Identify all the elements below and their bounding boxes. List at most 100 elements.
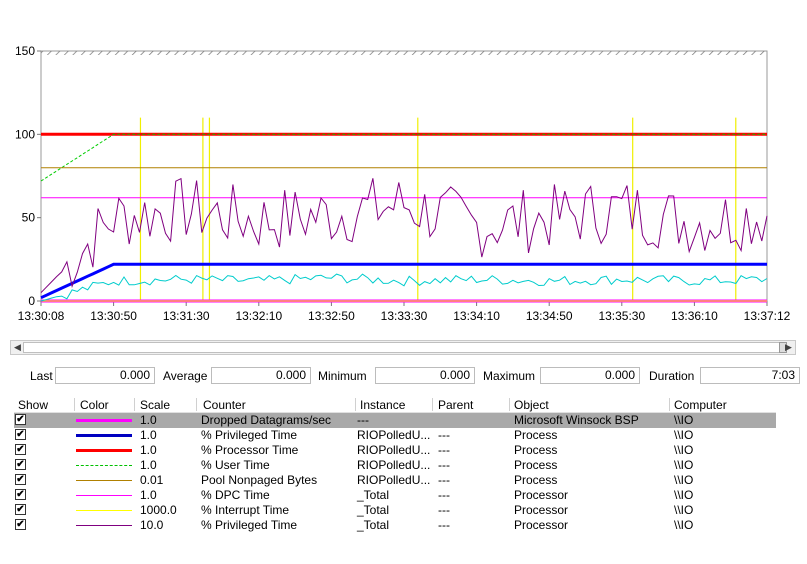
x-tick-label: 13:34:50 (526, 309, 573, 323)
legend-instance: RIOPolledU... (357, 473, 431, 487)
x-tick-label: 13:35:30 (598, 309, 645, 323)
legend-computer: \\IO (674, 488, 694, 502)
legend-counter: % Processor Time (201, 443, 299, 457)
show-checkbox[interactable]: ✔ (15, 429, 26, 440)
last-value: 0.000 (55, 367, 155, 384)
legend-instance: _Total (357, 488, 390, 502)
x-tick-label: 13:34:10 (453, 309, 500, 323)
legend-computer: \\IO (674, 518, 694, 532)
x-tick-label: 13:36:10 (671, 309, 718, 323)
legend-scale: 0.01 (140, 473, 164, 487)
legend-object: Processor (514, 488, 569, 502)
legend-scale: 1.0 (140, 443, 157, 457)
legend-counter: % User Time (201, 458, 270, 472)
duration-label: Duration (649, 369, 695, 383)
legend-row[interactable]: ✔ 1000.0 % Interrupt Time _Total --- Processo… (14, 503, 776, 518)
legend-computer: \\IO (674, 473, 694, 487)
col-parent[interactable]: Parent (438, 398, 473, 412)
legend-parent: --- (438, 458, 450, 472)
x-tick-label: 13:31:30 (163, 309, 210, 323)
legend-object: Processor (514, 518, 569, 532)
maximum-value: 0.000 (540, 367, 640, 384)
legend-counter: % Interrupt Time (201, 503, 290, 517)
legend-parent: --- (438, 428, 450, 442)
last-label: Last (30, 369, 53, 383)
legend-row[interactable]: ✔ 10.0 % Privileged Time _Total --- Processor… (14, 518, 776, 533)
legend-computer: \\IO (674, 413, 694, 427)
color-swatch (76, 449, 132, 452)
show-checkbox[interactable]: ✔ (15, 519, 26, 530)
legend-scale: 1.0 (140, 488, 157, 502)
legend-row[interactable]: ✔ 1.0 % User Time RIOPolledU... --- Process \\… (14, 458, 776, 473)
legend-parent: --- (438, 488, 450, 502)
legend-parent: --- (438, 518, 450, 532)
color-swatch (76, 525, 132, 526)
legend-instance: RIOPolledU... (357, 428, 431, 442)
legend-computer: \\IO (674, 443, 694, 457)
legend-object: Process (514, 428, 558, 442)
col-counter[interactable]: Counter (203, 398, 246, 412)
minimum-label: Minimum (318, 369, 367, 383)
legend-row[interactable]: ✔ 1.0 Dropped Datagrams/sec --- Microsoft Wi… (14, 413, 776, 428)
minimum-value: 0.000 (375, 367, 475, 384)
col-object[interactable]: Object (514, 398, 549, 412)
legend-object: Process (514, 458, 558, 472)
x-tick-label: 13:30:50 (90, 309, 137, 323)
x-tick-label: 13:37:12 (744, 309, 791, 323)
show-checkbox[interactable]: ✔ (15, 504, 26, 515)
col-show[interactable]: Show (18, 398, 48, 412)
maximum-label: Maximum (483, 369, 536, 383)
color-swatch (76, 434, 132, 437)
y-tick-label: 150 (15, 44, 35, 58)
color-swatch (76, 465, 132, 466)
legend-object: Microsoft Winsock BSP (514, 413, 639, 427)
show-checkbox[interactable]: ✔ (15, 489, 26, 500)
legend-object: Process (514, 473, 558, 487)
legend-instance: RIOPolledU... (357, 443, 431, 457)
col-color[interactable]: Color (80, 398, 109, 412)
x-tick-label: 13:32:50 (308, 309, 355, 323)
average-value: 0.000 (211, 367, 311, 384)
x-tick-label: 13:30:08 (18, 309, 65, 323)
col-computer[interactable]: Computer (674, 398, 727, 412)
legend-parent: --- (438, 503, 450, 517)
legend-parent: --- (438, 443, 450, 457)
legend-scale: 10.0 (140, 518, 164, 532)
legend-counter: Dropped Datagrams/sec (201, 413, 332, 427)
legend-header: Show Color Scale Counter Instance Parent… (14, 396, 776, 413)
y-tick-label: 100 (15, 127, 35, 141)
legend-row[interactable]: ✔ 1.0 % Privileged Time RIOPolledU... --- Pro… (14, 428, 776, 443)
scroll-right-arrow-icon[interactable]: ▶ (782, 341, 795, 354)
color-swatch (76, 419, 132, 422)
show-checkbox[interactable]: ✔ (15, 414, 26, 425)
color-swatch (76, 510, 132, 511)
chart: 0 50 100 150 13:30:08 13:30:50 13:31:30 13:32:… (15, 44, 791, 323)
legend-instance: _Total (357, 518, 390, 532)
show-checkbox[interactable]: ✔ (15, 459, 26, 470)
x-tick-label: 13:33:30 (381, 309, 428, 323)
col-scale[interactable]: Scale (140, 398, 170, 412)
show-checkbox[interactable]: ✔ (15, 474, 26, 485)
show-checkbox[interactable]: ✔ (15, 444, 26, 455)
legend-scale: 1000.0 (140, 503, 177, 517)
legend-row[interactable]: ✔ 1.0 % DPC Time _Total --- Processor \\IO (14, 488, 776, 503)
legend-instance: _Total (357, 503, 390, 517)
legend-instance: --- (357, 413, 369, 427)
time-scrollbar[interactable]: ◀ ▶ (10, 340, 796, 355)
scroll-thumb[interactable] (23, 342, 783, 353)
x-tick-label: 13:32:10 (235, 309, 282, 323)
legend-object: Process (514, 443, 558, 457)
plot-overflow-hatch (41, 51, 767, 55)
duration-value: 7:03 (700, 367, 800, 384)
legend-row[interactable]: ✔ 0.01 Pool Nonpaged Bytes RIOPolledU... ---… (14, 473, 776, 488)
legend-computer: \\IO (674, 458, 694, 472)
legend-computer: \\IO (674, 503, 694, 517)
counter-legend: Show Color Scale Counter Instance Parent… (14, 396, 776, 533)
color-swatch (76, 480, 132, 481)
legend-counter: % Privileged Time (201, 518, 298, 532)
y-tick-label: 0 (28, 294, 35, 308)
legend-counter: % Privileged Time (201, 428, 298, 442)
col-instance[interactable]: Instance (360, 398, 405, 412)
legend-row[interactable]: ✔ 1.0 % Processor Time RIOPolledU... --- Proc… (14, 443, 776, 458)
legend-rows: ✔ 1.0 Dropped Datagrams/sec --- Microsoft Wi… (14, 413, 776, 533)
